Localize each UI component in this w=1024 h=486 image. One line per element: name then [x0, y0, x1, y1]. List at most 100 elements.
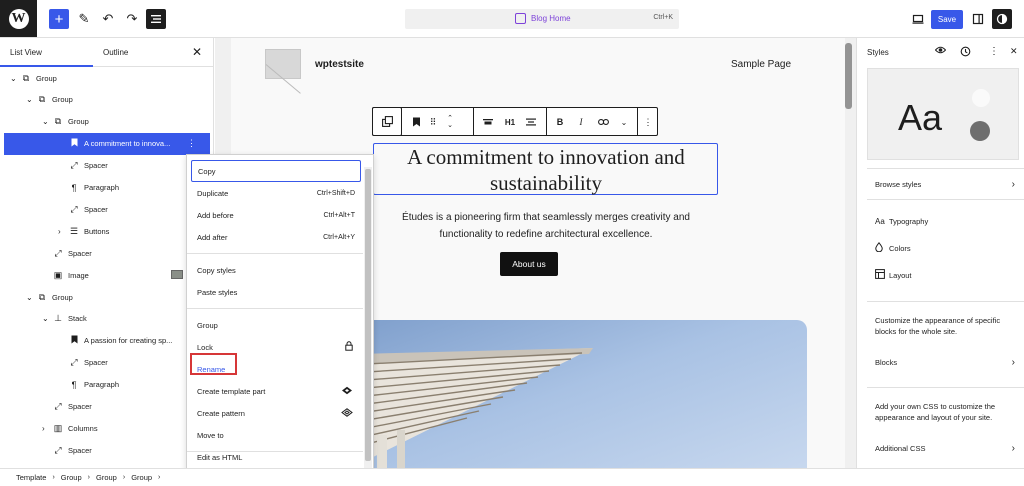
intro-paragraph[interactable]: Études is a pioneering firm that seamles… — [381, 209, 711, 243]
template-icon — [515, 13, 526, 24]
typography-item[interactable]: Aa Typography — [875, 214, 1015, 228]
move-up-down-icon[interactable]: ⌃ ⌄ — [443, 114, 457, 130]
list-view-row[interactable]: A commitment to innova... ⋮ — [4, 132, 210, 155]
more-rich-text-icon[interactable]: ⌄ — [617, 114, 631, 130]
style-preview[interactable]: Aa — [867, 68, 1019, 160]
styles-button[interactable] — [992, 9, 1012, 29]
link-icon[interactable] — [595, 114, 611, 130]
lock-icon — [345, 341, 353, 353]
revisions-icon[interactable] — [960, 46, 971, 60]
list-view-row[interactable]: ⌄ ⧉ Group — [0, 67, 213, 89]
chevron-down-icon[interactable]: ⌄ — [10, 74, 17, 83]
layout-label: Layout — [889, 270, 912, 280]
menu-item-copy-styles[interactable]: Copy styles — [191, 259, 361, 281]
tab-list-view[interactable]: List View — [10, 48, 42, 57]
site-title[interactable]: wptestsite — [315, 59, 364, 70]
drag-handle-icon[interactable]: ⠿ — [427, 114, 439, 130]
redo-button[interactable]: ↷ — [122, 9, 142, 29]
breadcrumb-item[interactable]: Template — [16, 473, 46, 482]
align-icon[interactable] — [481, 114, 495, 130]
list-view-row[interactable]: ⤢ Spacer — [0, 198, 213, 220]
list-view-row[interactable]: ⤢ Spacer — [0, 242, 213, 264]
menu-item-create-template-part[interactable]: Create template part — [191, 380, 361, 402]
breadcrumb-item[interactable]: Group — [61, 473, 82, 482]
list-view-icon — [151, 15, 161, 23]
menu-item-add-after[interactable]: Add after Ctrl+Alt+Y — [191, 226, 361, 248]
chevron-down-icon[interactable]: ⌄ — [26, 293, 33, 302]
list-view-row[interactable]: ⤢ Spacer — [0, 352, 213, 374]
site-logo-placeholder[interactable] — [265, 49, 301, 79]
list-view-row[interactable]: ⌄ ⧉ Group — [0, 286, 213, 308]
chevron-down-icon[interactable]: ⌄ — [42, 117, 49, 126]
save-button[interactable]: Save — [931, 10, 963, 29]
nav-link-sample-page[interactable]: Sample Page — [731, 59, 791, 70]
hero-image[interactable] — [357, 320, 807, 468]
menu-item-add-before[interactable]: Add before Ctrl+Alt+T — [191, 204, 361, 226]
more-options-icon[interactable]: ⋮ — [989, 46, 999, 57]
list-view-row[interactable]: ⤢ Spacer — [0, 155, 213, 177]
tab-outline[interactable]: Outline — [103, 48, 128, 57]
undo-button[interactable]: ↶ — [98, 9, 118, 29]
tools-button[interactable]: ✎ — [74, 9, 94, 29]
breadcrumb-item[interactable]: Group — [131, 473, 152, 482]
heading-level-button[interactable]: H1 — [502, 114, 518, 130]
about-us-button[interactable]: About us — [500, 252, 558, 276]
list-view-row-label: A passion for creating sp... — [84, 336, 173, 346]
chevron-down-icon[interactable]: ⌄ — [42, 314, 49, 323]
breadcrumb-item[interactable]: Group — [96, 473, 117, 482]
select-parent-button[interactable] — [372, 107, 402, 136]
block-options-icon[interactable]: ⋮ — [641, 114, 655, 130]
document-overview-button[interactable] — [146, 9, 166, 29]
canvas-scrollbar[interactable] — [845, 43, 852, 109]
bold-icon[interactable]: B — [553, 114, 567, 130]
droplet-icon — [875, 242, 889, 254]
divider — [867, 301, 1024, 302]
chevron-down-icon[interactable]: ⌄ — [26, 95, 33, 104]
redo-icon: ↷ — [126, 11, 138, 26]
list-view-row[interactable]: ⤢ Spacer — [0, 396, 213, 418]
list-view-row[interactable]: ⌄ ⊥ Stack — [0, 308, 213, 330]
list-view-row[interactable]: › ☰ Buttons — [0, 220, 213, 242]
list-view-row[interactable]: ⌄ ⧉ Group — [0, 89, 213, 111]
list-view-row[interactable]: ⌄ ⧉ Group — [0, 111, 213, 133]
add-block-button[interactable]: + — [49, 9, 69, 29]
additional-css-item[interactable]: Additional CSS › — [875, 441, 1015, 455]
list-view-row[interactable]: › ▥ Columns — [0, 417, 213, 439]
layout-item[interactable]: Layout — [875, 268, 1015, 282]
list-view-row[interactable]: ▣ Image — [0, 264, 213, 286]
text-align-icon[interactable] — [524, 114, 538, 130]
chevron-right-icon[interactable]: › — [42, 424, 45, 433]
menu-item-copy[interactable]: Copy — [191, 160, 361, 182]
colors-item[interactable]: Colors — [875, 241, 1015, 255]
menu-item-move-to[interactable]: Move to — [191, 424, 361, 446]
menu-item-duplicate[interactable]: Duplicate Ctrl+Shift+D — [191, 182, 361, 204]
breadcrumb: Template › Group › Group › Group › — [0, 468, 1024, 486]
options-icon[interactable]: ⋮ — [187, 138, 196, 149]
close-icon[interactable]: ✕ — [1010, 46, 1018, 57]
page-heading[interactable]: A commitment to innovation and sustainab… — [381, 144, 711, 196]
list-view-row-label: Paragraph — [84, 380, 120, 390]
menu-item-edit-as-html[interactable]: Edit as HTML — [191, 446, 361, 468]
menu-item-paste-styles[interactable]: Paste styles — [191, 281, 361, 303]
blocks-item[interactable]: Blocks › — [875, 355, 1015, 369]
command-shortcut: Ctrl+K — [653, 14, 673, 21]
wordpress-logo-button[interactable]: W — [0, 0, 37, 37]
device-preview-button[interactable] — [908, 9, 928, 29]
list-view-row[interactable]: A passion for creating sp... — [0, 330, 213, 352]
menu-item-group[interactable]: Group — [191, 314, 361, 336]
menu-scrollbar-thumb[interactable] — [365, 169, 371, 461]
command-palette-button[interactable]: Blog Home Ctrl+K — [405, 9, 679, 29]
eye-icon[interactable] — [934, 46, 947, 57]
close-icon[interactable]: ✕ — [192, 45, 202, 59]
italic-icon[interactable]: I — [574, 114, 588, 130]
menu-scrollbar[interactable] — [364, 167, 372, 479]
list-view-row[interactable]: ¶ Paragraph — [0, 177, 213, 199]
chevron-right-icon[interactable]: › — [58, 227, 61, 236]
settings-button[interactable] — [968, 9, 988, 29]
list-view-row[interactable]: ⤢ Spacer — [0, 439, 213, 461]
buttons-icon: ☰ — [69, 225, 79, 236]
heading-block-icon[interactable] — [409, 114, 423, 130]
menu-item-create-pattern[interactable]: Create pattern — [191, 402, 361, 424]
browse-styles-item[interactable]: Browse styles › — [875, 177, 1015, 191]
list-view-row[interactable]: ¶ Paragraph — [0, 374, 213, 396]
